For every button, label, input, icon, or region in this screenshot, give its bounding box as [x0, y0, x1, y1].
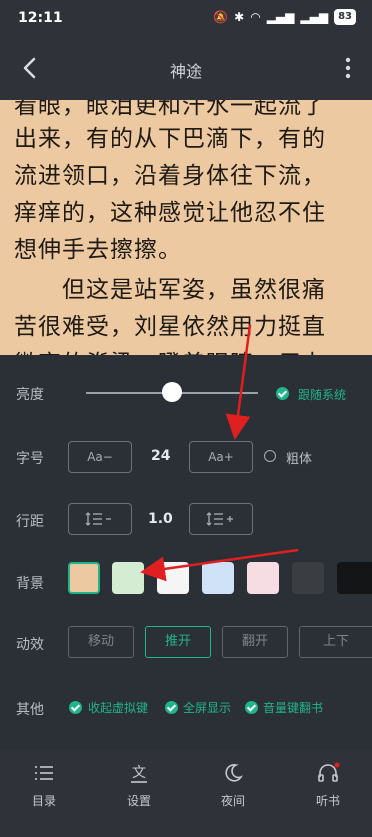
other-label: 其他 [16, 702, 44, 718]
bg-swatch-white[interactable] [157, 562, 189, 594]
bold-radio[interactable] [264, 450, 276, 462]
text-settings-icon: 文 [131, 765, 147, 783]
spacing-increase-button[interactable] [189, 503, 253, 535]
hide-virtual-keys-label[interactable]: 收起虚拟键 [88, 699, 148, 716]
background-label: 背景 [16, 576, 44, 592]
font-size-value: 24 [151, 448, 171, 464]
moon-icon [225, 764, 243, 782]
spacing-increase-icon [206, 512, 233, 526]
book-title: 神途 [169, 62, 202, 81]
nav-catalog[interactable]: 目录 [4, 762, 84, 809]
reading-page[interactable]: 看眼，眼泪更和汗水一起流了 出来，有的从下巴滴下，有的 流进领口，沿着身体往下流… [0, 100, 372, 355]
bg-swatch-tan[interactable] [68, 562, 100, 594]
anim-vertical-button[interactable]: 上下 [299, 626, 372, 658]
bg-swatch-dark-gray[interactable] [292, 562, 324, 594]
text-line: 出来，有的从下巴滴下，有的 [14, 126, 326, 152]
font-decrease-button[interactable]: Aa− [68, 441, 132, 473]
text-line: 看眼，眼泪更和汗水一起流了 [14, 100, 326, 119]
status-icons: 🔕 ✱ ◠ ▂▄▆ ▂▄▆ 83 [213, 9, 356, 25]
fullscreen-label[interactable]: 全屏显示 [183, 699, 231, 716]
anim-flip-button[interactable]: 翻开 [222, 626, 288, 658]
catalog-list-icon [35, 766, 53, 780]
brightness-label: 亮度 [16, 387, 44, 403]
nav-night-mode[interactable]: 夜间 [193, 762, 273, 809]
nav-night-label: 夜间 [220, 794, 245, 808]
brightness-slider-knob[interactable] [162, 382, 182, 402]
bg-swatch-pink[interactable] [247, 562, 279, 594]
more-menu-icon[interactable] [336, 54, 360, 82]
text-line: 苦很难受，刘星依然用力挺直 [14, 314, 326, 340]
bottom-nav: 目录 文 设置 夜间 听书 [0, 750, 372, 837]
volume-key-flip-label[interactable]: 音量键翻书 [263, 699, 323, 716]
text-line: 想伸手去擦擦。 [14, 237, 182, 263]
fullscreen-check-icon[interactable] [165, 701, 178, 714]
bg-swatch-green[interactable] [112, 562, 144, 594]
animation-label: 动效 [16, 637, 44, 653]
nav-listen-label: 听书 [315, 794, 340, 808]
nav-settings[interactable]: 文 设置 [99, 762, 179, 809]
text-line: 但这是站军姿，虽然很痛 [14, 277, 326, 303]
text-line: 微弯的脊梁，瞪着眼睛，用力 [14, 344, 326, 355]
battery-icon: 83 [334, 9, 356, 25]
signal-icon-2: ▂▄▆ [300, 10, 329, 24]
reader-header: 神途 [0, 38, 372, 100]
headphones-icon [318, 762, 340, 782]
font-size-label: 字号 [16, 451, 44, 467]
signal-icon: ▂▄▆ [266, 10, 295, 24]
status-time: 12:11 [18, 10, 63, 26]
nav-settings-label: 设置 [126, 794, 151, 808]
text-line: 痒痒的，这种感觉让他忍不住 [14, 200, 326, 226]
wifi-icon: ◠ [250, 10, 261, 24]
svg-text:文: 文 [132, 765, 146, 781]
hide-virtual-keys-check-icon[interactable] [69, 701, 82, 714]
font-increase-button[interactable]: Aa+ [189, 441, 253, 473]
spacing-decrease-icon [85, 512, 111, 526]
settings-panel [0, 355, 372, 750]
follow-system-check-icon[interactable] [276, 387, 289, 400]
text-line: 流进领口，沿着身体往下流， [14, 163, 326, 189]
volume-key-flip-check-icon[interactable] [245, 701, 258, 714]
nav-catalog-label: 目录 [31, 794, 56, 808]
spacing-decrease-button[interactable] [68, 503, 132, 535]
anim-push-button[interactable]: 推开 [145, 626, 211, 658]
bg-swatch-blue[interactable] [202, 562, 234, 594]
bluetooth-icon: ✱ [234, 10, 245, 24]
bg-swatch-black[interactable] [337, 562, 372, 594]
line-spacing-value: 1.0 [148, 511, 173, 527]
status-bar: 12:11 🔕 ✱ ◠ ▂▄▆ ▂▄▆ 83 [0, 0, 372, 38]
nav-listen[interactable]: 听书 [288, 762, 368, 809]
follow-system-label[interactable]: 跟随系统 [298, 386, 346, 403]
mute-icon: 🔕 [213, 10, 229, 24]
bold-label[interactable]: 粗体 [286, 448, 312, 467]
anim-move-button[interactable]: 移动 [68, 626, 134, 658]
line-spacing-label: 行距 [16, 514, 44, 530]
